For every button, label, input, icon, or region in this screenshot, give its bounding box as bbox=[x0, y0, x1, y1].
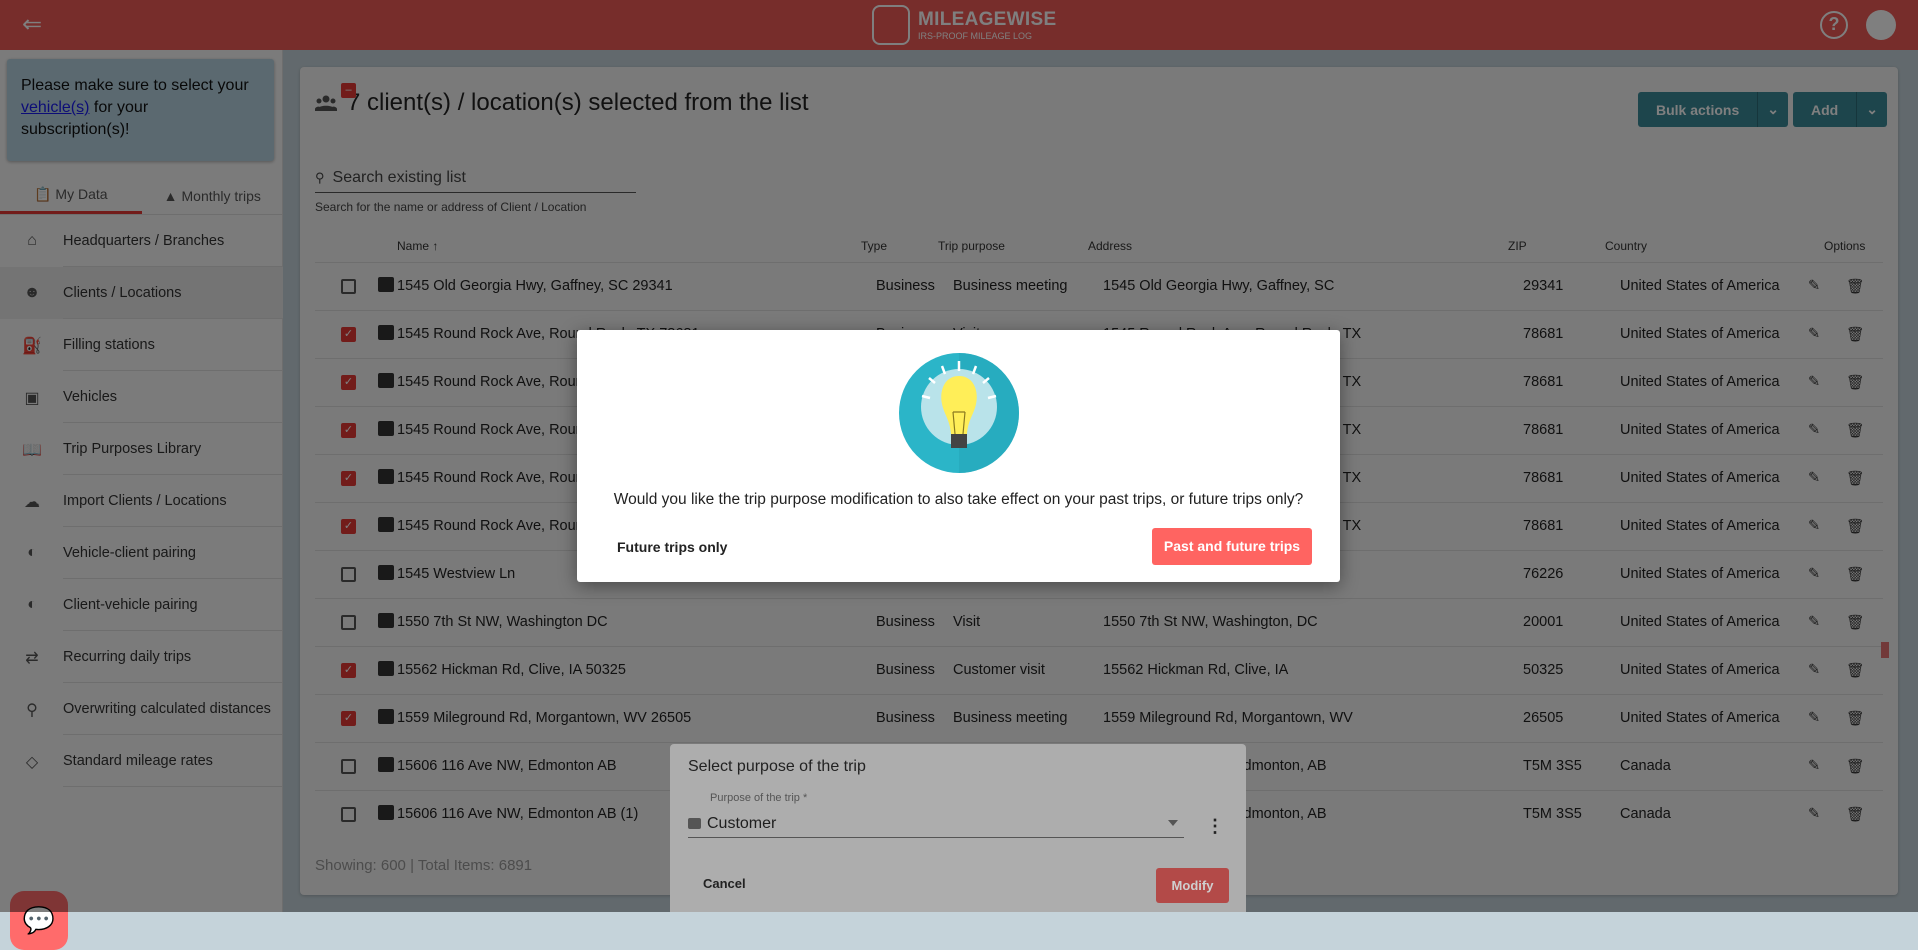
modal-question: Would you like the trip purpose modifica… bbox=[613, 491, 1304, 508]
more-vert-icon[interactable]: ⋮ bbox=[1206, 816, 1224, 837]
modify-button[interactable]: Modify bbox=[1156, 868, 1229, 903]
future-trips-only-button[interactable]: Future trips only bbox=[617, 539, 727, 555]
briefcase-icon bbox=[688, 818, 701, 829]
dialog-title: Select purpose of the trip bbox=[688, 758, 866, 775]
purpose-value: Customer bbox=[707, 814, 777, 832]
purpose-select[interactable]: Customer bbox=[688, 810, 1184, 838]
confirm-modal: Would you like the trip purpose modifica… bbox=[577, 330, 1340, 582]
purpose-dialog: Select purpose of the trip Purpose of th… bbox=[670, 744, 1246, 912]
past-and-future-trips-button[interactable]: Past and future trips bbox=[1152, 528, 1312, 565]
cancel-button[interactable]: Cancel bbox=[703, 876, 746, 891]
field-label: Purpose of the trip * bbox=[710, 792, 808, 804]
lightbulb-icon bbox=[899, 353, 1019, 473]
dropdown-arrow-icon bbox=[1168, 820, 1178, 831]
